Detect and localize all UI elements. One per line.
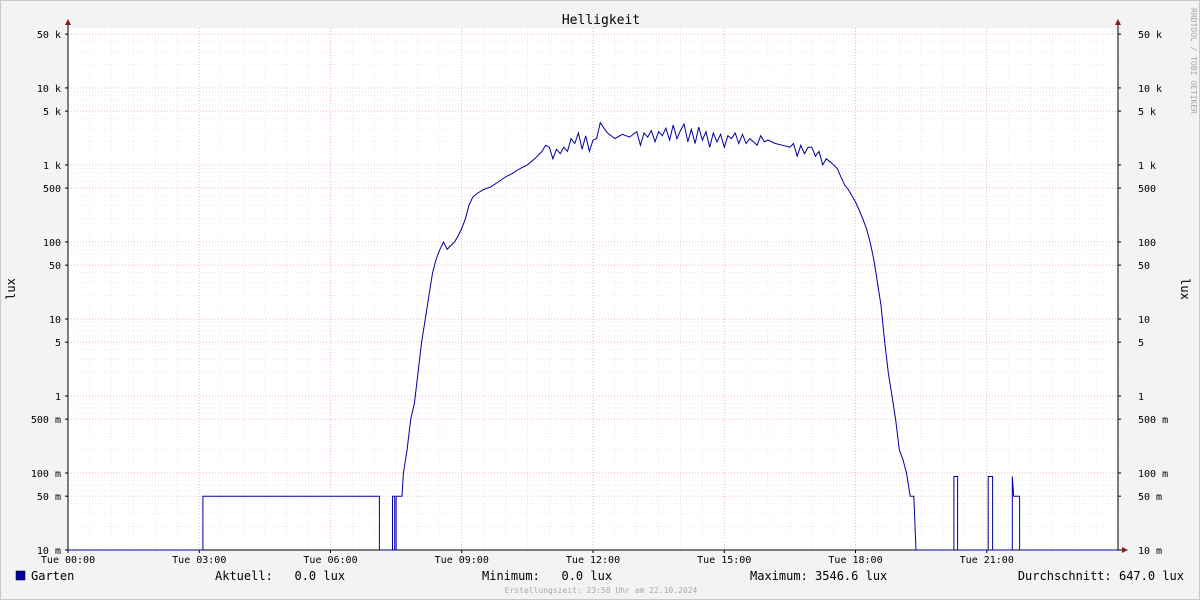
x-tick-label: Tue 18:00: [828, 555, 882, 566]
y-tick-label: 10 m: [1138, 546, 1162, 557]
y-tick-label: 50 k: [1138, 30, 1162, 41]
legend-maximum: Maximum: 3546.6 lux: [750, 569, 887, 583]
chart-svg: 10 m 50 m 100 m 500 m 1 5 10 50 100 500 1 k 5 k 10 k…: [4, 8, 1198, 595]
x-tick-label: Tue 03:00: [172, 555, 226, 566]
footer-timestamp: Erstellungszeit: 23:58 Uhr am 22.10.2024: [505, 586, 698, 595]
x-tick-label: Tue 06:00: [303, 555, 357, 566]
y-tick-label: 50 k: [37, 30, 61, 41]
y-axis-arrow-right: [1115, 19, 1121, 25]
legend-minimum: Minimum: 0.0 lux: [482, 569, 612, 583]
y-tick-labels-left: 10 m50 m100 m500 m1510501005001 k5 k10 k…: [31, 30, 61, 557]
legend-series-name: Garten: [31, 569, 74, 583]
y-tick-label: 100 m: [31, 469, 61, 480]
y-tick-label: 500 m: [1138, 415, 1168, 426]
x-tick-labels: Tue 00:00 Tue 03:00 Tue 06:00 Tue 09:00 Tue …: [41, 555, 1014, 566]
y-tick-label: 100: [1138, 238, 1156, 249]
y-tick-label: 50 m: [37, 492, 61, 503]
x-axis-arrow: [1122, 547, 1128, 553]
y-tick-label: 1 k: [1138, 161, 1156, 172]
y-axis-title-right: lux: [1178, 278, 1192, 300]
chart-title: Helligkeit: [562, 13, 640, 28]
y-tick-label: 500 m: [31, 415, 61, 426]
rrdtool-watermark: RRDTOOL / TOBI OETIKER: [1189, 8, 1198, 114]
y-tick-label: 5 k: [43, 107, 61, 118]
y-tick-label: 500: [43, 184, 61, 195]
y-tick-label: 5: [55, 338, 61, 349]
y-tick-label: 500: [1138, 184, 1156, 195]
y-tick-label: 50 m: [1138, 492, 1162, 503]
y-tick-labels-right: 10 m 50 m 100 m 500 m 1 5 10 50 100 500 1 k 5 k 10 k…: [1138, 30, 1168, 557]
x-tick-label: Tue 12:00: [566, 555, 620, 566]
x-tick-label: Tue 15:00: [697, 555, 751, 566]
legend-aktuell: Aktuell: 0.0 lux: [215, 569, 345, 583]
y-tick-label: 100: [43, 238, 61, 249]
y-tick-label: 10: [49, 315, 61, 326]
y-tick-label: 1: [1138, 392, 1144, 403]
x-tick-label: Tue 09:00: [435, 555, 489, 566]
legend-durchschnitt: Durchschnitt: 647.0 lux: [1018, 569, 1184, 583]
y-tick-label: 1 k: [43, 161, 61, 172]
y-axis-title-left: lux: [4, 278, 18, 300]
y-tick-label: 10 k: [37, 84, 61, 95]
legend-swatch: [15, 570, 26, 581]
y-axis-arrow-left: [65, 19, 71, 25]
y-tick-label: 5: [1138, 338, 1144, 349]
x-tick-label: Tue 00:00: [41, 555, 95, 566]
y-tick-label: 50: [49, 261, 61, 272]
y-tick-label: 5 k: [1138, 107, 1156, 118]
chart-frame: 10 m 50 m 100 m 500 m 1 5 10 50 100 500 1 k 5 k 10 k…: [0, 0, 1200, 600]
y-tick-label: 100 m: [1138, 469, 1168, 480]
x-tick-label: Tue 21:00: [960, 555, 1014, 566]
y-tick-label: 10 k: [1138, 84, 1162, 95]
y-tick-label: 50: [1138, 261, 1150, 272]
y-tick-label: 1: [55, 392, 61, 403]
y-tick-label: 10: [1138, 315, 1150, 326]
